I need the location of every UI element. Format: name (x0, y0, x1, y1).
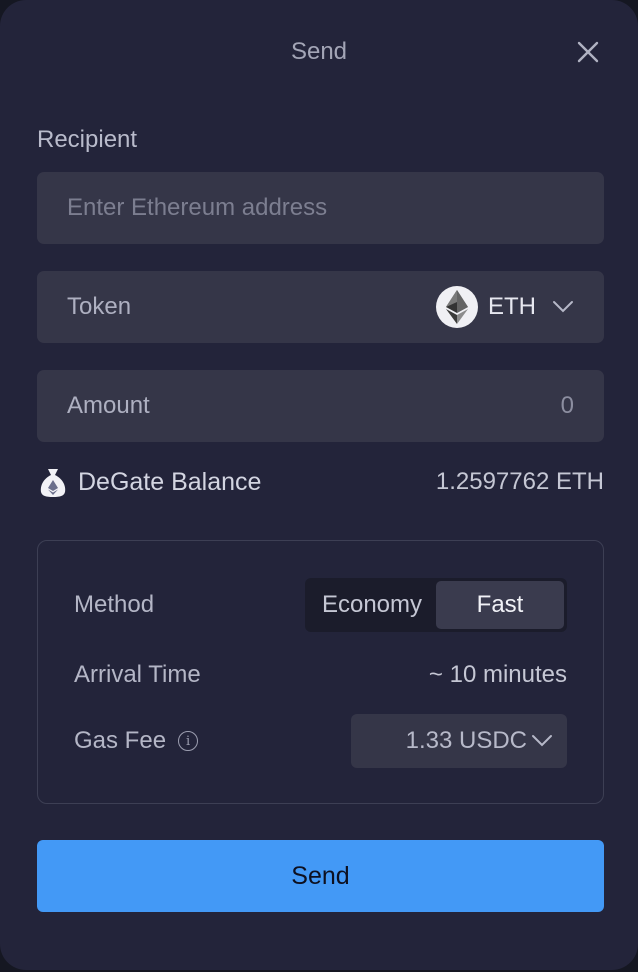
balance-row: DeGate Balance 1.2597762 ETH (37, 462, 604, 502)
token-field: Token ETH (37, 271, 604, 343)
amount-value[interactable]: 0 (561, 392, 574, 420)
modal-title: Send (290, 38, 348, 65)
arrival-label: Arrival Time (74, 661, 201, 688)
method-option-fast[interactable]: Fast (436, 581, 564, 629)
arrival-row: Arrival Time ~ 10 minutes (74, 657, 567, 693)
info-icon[interactable]: i (178, 731, 199, 751)
close-icon (577, 41, 599, 63)
ethereum-icon (436, 286, 478, 328)
transfer-options-panel: Method Economy Fast Arrival Time ~ 10 mi… (37, 540, 604, 804)
chevron-down-icon (532, 735, 552, 747)
balance-label: DeGate Balance (78, 467, 262, 496)
token-label: Token (67, 293, 132, 320)
recipient-field (37, 172, 604, 244)
chevron-down-icon (553, 301, 573, 313)
method-label: Method (74, 591, 155, 618)
gas-fee-label: Gas Fee (74, 727, 167, 754)
money-bag-icon (37, 466, 69, 498)
token-select[interactable]: ETH (436, 286, 574, 328)
amount-field[interactable]: Amount 0 (37, 370, 604, 442)
send-modal: Send Recipient Token ETH (0, 0, 638, 970)
method-option-economy[interactable]: Economy (308, 581, 436, 629)
amount-label: Amount (67, 392, 150, 419)
gas-fee-value: 1.33 USDC (405, 727, 527, 754)
close-button[interactable] (572, 36, 604, 68)
arrival-value: ~ 10 minutes (428, 661, 567, 688)
recipient-label: Recipient (37, 126, 138, 153)
balance-value: 1.2597762 ETH (435, 468, 604, 495)
gas-fee-select[interactable]: 1.33 USDC (351, 714, 567, 768)
method-row: Method Economy Fast (74, 577, 567, 633)
gas-fee-row: Gas Fee i 1.33 USDC (74, 713, 567, 769)
send-button[interactable]: Send (37, 840, 604, 912)
method-toggle: Economy Fast (305, 578, 567, 632)
recipient-address-input[interactable] (37, 172, 604, 244)
token-symbol: ETH (488, 293, 536, 320)
